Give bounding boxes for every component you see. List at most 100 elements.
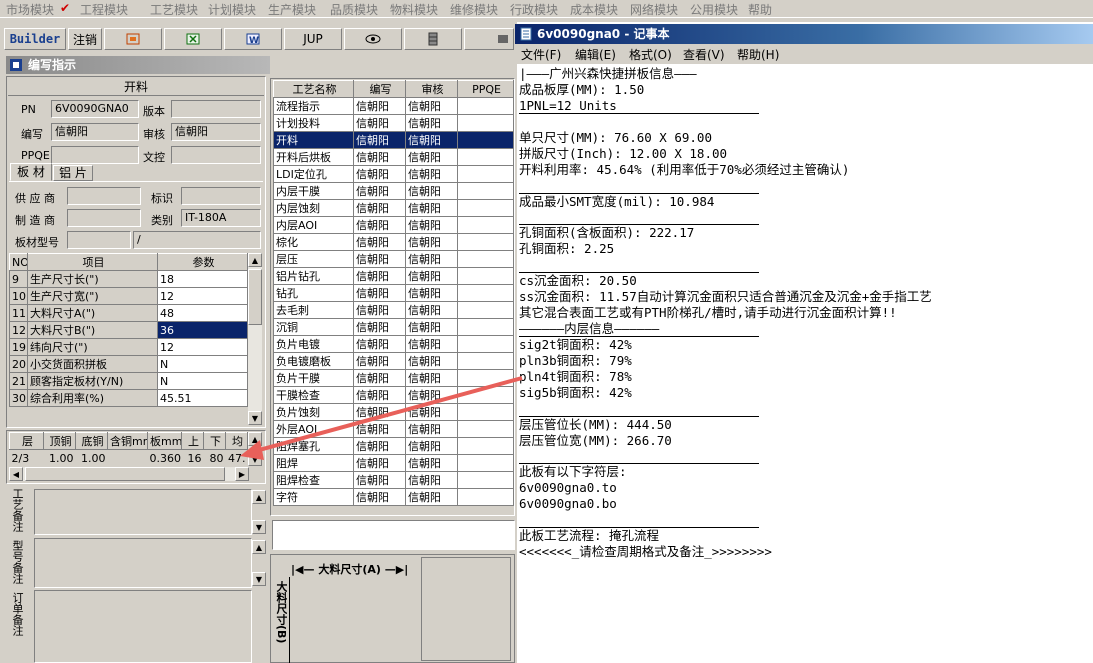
process-review-cell[interactable]: 信朝阳: [405, 148, 458, 166]
process-review-cell[interactable]: 信朝阳: [405, 318, 458, 336]
top-menu-item[interactable]: 公用模块: [690, 1, 738, 18]
category-field[interactable]: IT-180A: [181, 209, 261, 227]
process-ppqe-cell[interactable]: [457, 148, 514, 166]
menu-file[interactable]: 文件(F): [521, 46, 561, 63]
process-author-cell[interactable]: 信朝阳: [353, 148, 406, 166]
param-row[interactable]: 12 大料尺寸B(") 36: [9, 321, 248, 339]
scroll-up-icon[interactable]: ▲: [248, 253, 262, 267]
top-menu-item[interactable]: 物料模块: [390, 1, 438, 18]
process-author-cell[interactable]: 信朝阳: [353, 131, 406, 149]
tab-board[interactable]: 板 材: [10, 163, 52, 181]
param-value-cell[interactable]: 12: [157, 338, 248, 356]
database-button[interactable]: [404, 28, 462, 50]
jup-button[interactable]: JUP: [284, 28, 342, 50]
tab-aluminum[interactable]: 铝 片: [53, 165, 93, 181]
process-review-cell[interactable]: 信朝阳: [405, 301, 458, 319]
process-row[interactable]: 内层蚀刻 信朝阳 信朝阳: [273, 199, 514, 217]
top-menu-item[interactable]: 成本模块: [570, 1, 618, 18]
top-menu-item[interactable]: 工程模块: [80, 1, 128, 18]
top-menu-item[interactable]: 工艺模块: [150, 1, 198, 18]
process-ppqe-cell[interactable]: [457, 182, 514, 200]
top-menu-item[interactable]: 市场模块: [6, 1, 54, 18]
process-row[interactable]: 内层干膜 信朝阳 信朝阳: [273, 182, 514, 200]
process-ppqe-cell[interactable]: [457, 131, 514, 149]
process-author-cell[interactable]: 信朝阳: [353, 216, 406, 234]
process-review-cell[interactable]: 信朝阳: [405, 199, 458, 217]
process-name-cell[interactable]: 开料后烘板: [273, 148, 354, 166]
process-author-cell[interactable]: 信朝阳: [353, 250, 406, 268]
model-note-field[interactable]: [34, 538, 252, 588]
param-row[interactable]: 19 纬向尺寸(") 12: [9, 338, 248, 356]
process-row[interactable]: 沉铜 信朝阳 信朝阳: [273, 318, 514, 336]
process-review-cell[interactable]: 信朝阳: [405, 131, 458, 149]
col-author[interactable]: 编写: [353, 80, 406, 98]
col-no[interactable]: NO: [9, 253, 28, 271]
process-name-cell[interactable]: 开料: [273, 131, 354, 149]
process-author-cell[interactable]: 信朝阳: [353, 488, 406, 506]
top-menu-item[interactable]: 计划模块: [208, 1, 256, 18]
process-name-cell[interactable]: 沉铜: [273, 318, 354, 336]
version-field[interactable]: [171, 100, 261, 118]
process-row[interactable]: 开料后烘板 信朝阳 信朝阳: [273, 148, 514, 166]
process-note-field[interactable]: [34, 489, 252, 535]
top-menu-item[interactable]: 品质模块: [330, 1, 378, 18]
process-row[interactable]: 开料 信朝阳 信朝阳: [273, 131, 514, 149]
scroll-down-icon[interactable]: ▼: [252, 572, 266, 586]
process-ppqe-cell[interactable]: [457, 318, 514, 336]
param-value-cell[interactable]: 18: [157, 270, 248, 288]
mark-field[interactable]: [181, 187, 261, 205]
process-review-cell[interactable]: 信朝阳: [405, 165, 458, 183]
process-row[interactable]: 阻焊检查 信朝阳 信朝阳: [273, 471, 514, 489]
scroll-up-icon[interactable]: ▲: [252, 540, 266, 554]
menu-edit[interactable]: 编辑(E): [575, 46, 616, 63]
process-row[interactable]: 字符 信朝阳 信朝阳: [273, 488, 514, 506]
menu-view[interactable]: 查看(V): [683, 46, 725, 63]
process-row[interactable]: 钻孔 信朝阳 信朝阳: [273, 284, 514, 302]
param-value-cell[interactable]: 36: [157, 321, 248, 339]
layer-col-header[interactable]: 板mm: [147, 432, 182, 450]
col-param[interactable]: 参数: [157, 253, 248, 271]
process-ppqe-cell[interactable]: [457, 335, 514, 353]
process-name-cell[interactable]: 流程指示: [273, 97, 354, 115]
scroll-thumb[interactable]: [248, 269, 262, 325]
process-row[interactable]: 内层AOI 信朝阳 信朝阳: [273, 216, 514, 234]
menu-help[interactable]: 帮助(H): [737, 46, 779, 63]
process-author-cell[interactable]: 信朝阳: [353, 165, 406, 183]
layer-cell[interactable]: 16: [181, 449, 204, 467]
author-field[interactable]: 信朝阳: [51, 123, 139, 141]
process-author-cell[interactable]: 信朝阳: [353, 114, 406, 132]
col-review[interactable]: 审核: [405, 80, 458, 98]
process-row[interactable]: 负片电镀 信朝阳 信朝阳: [273, 335, 514, 353]
scroll-down-icon[interactable]: ▼: [252, 520, 266, 534]
process-ppqe-cell[interactable]: [457, 199, 514, 217]
param-row[interactable]: 10 生产尺寸宽(") 12: [9, 287, 248, 305]
process-author-cell[interactable]: 信朝阳: [353, 301, 406, 319]
process-ppqe-cell[interactable]: [457, 488, 514, 506]
process-ppqe-cell[interactable]: [457, 471, 514, 489]
review-field[interactable]: 信朝阳: [171, 123, 261, 141]
export-word-button[interactable]: W: [224, 28, 282, 50]
maker-field[interactable]: [67, 209, 141, 227]
process-review-cell[interactable]: 信朝阳: [405, 216, 458, 234]
layer-col-header[interactable]: 层: [9, 432, 44, 450]
param-row[interactable]: 30 综合利用率(%) 45.51: [9, 389, 248, 407]
process-ppqe-cell[interactable]: [457, 216, 514, 234]
logout-button[interactable]: 注销: [68, 28, 102, 50]
layer-cell[interactable]: 0.360: [147, 449, 182, 467]
param-value-cell[interactable]: 12: [157, 287, 248, 305]
process-name-cell[interactable]: 铝片钻孔: [273, 267, 354, 285]
process-review-cell[interactable]: 信朝阳: [405, 335, 458, 353]
layer-col-header[interactable]: 底铜: [75, 432, 108, 450]
process-ppqe-cell[interactable]: [457, 114, 514, 132]
notepad-text-area[interactable]: |———广州兴森快捷拼板信息——— 成品板厚(MM): 1.50 1PNL=12 U…: [519, 66, 1091, 661]
process-name-cell[interactable]: 阻焊检查: [273, 471, 354, 489]
process-ppqe-cell[interactable]: [457, 267, 514, 285]
order-note-field[interactable]: [34, 590, 252, 663]
scroll-left-icon[interactable]: ◀: [9, 467, 23, 481]
layer-col-header[interactable]: 含铜mm: [107, 432, 148, 450]
layer-col-header[interactable]: 顶铜: [43, 432, 76, 450]
top-menu-item[interactable]: 行政模块: [510, 1, 558, 18]
process-ppqe-cell[interactable]: [457, 165, 514, 183]
process-review-cell[interactable]: 信朝阳: [405, 97, 458, 115]
process-ppqe-cell[interactable]: [457, 301, 514, 319]
